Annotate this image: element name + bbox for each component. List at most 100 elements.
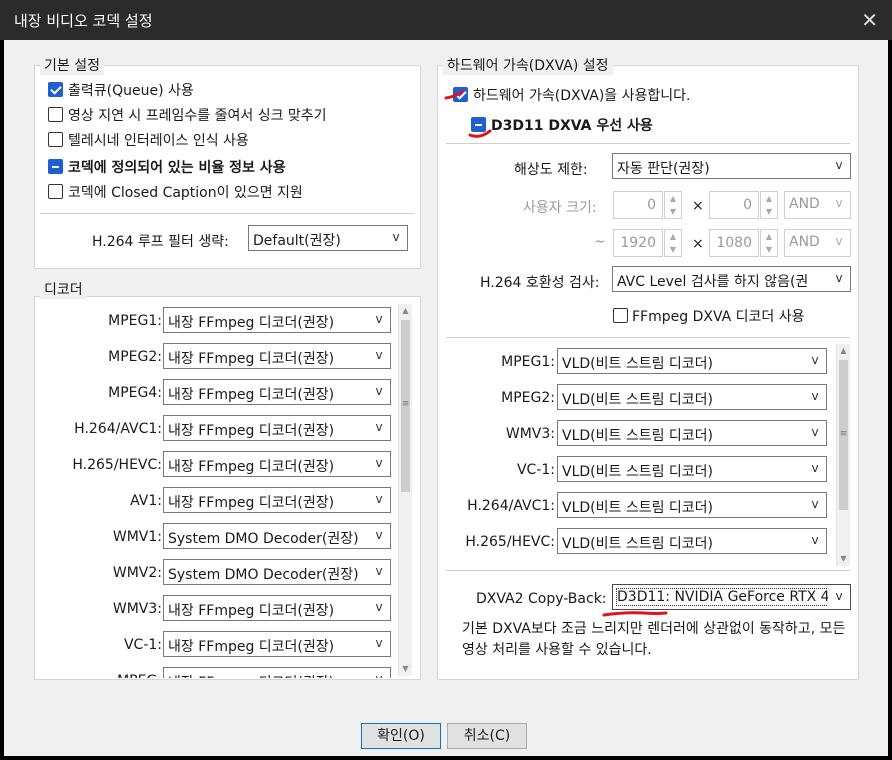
- spin-up-icon[interactable]: ▲: [761, 192, 777, 205]
- chevron-down-icon: v: [368, 632, 390, 656]
- chevron-down-icon: v: [368, 668, 390, 678]
- close-icon[interactable]: ✕: [861, 8, 878, 32]
- decoder-select[interactable]: 내장 FFmpeg 디코더(권장) v: [163, 415, 391, 441]
- decoder-row: WMV1: System DMO Decoder(권장) v: [35, 523, 397, 551]
- decoder-legend: 디코더: [40, 279, 87, 299]
- chevron-down-icon: v: [368, 524, 390, 548]
- max-prefix: ~: [594, 234, 606, 250]
- spin-up-icon[interactable]: ▲: [665, 230, 681, 243]
- compat-select[interactable]: AVC Level 검사를 하지 않음(권 v: [612, 266, 851, 292]
- hw-decoder-select[interactable]: VLD(비트 스트림 디코더) v: [557, 492, 827, 518]
- decoder-select[interactable]: 내장 FFmpeg 디코더(권장) v: [163, 379, 391, 405]
- hw-decoder-row: MPEG1: VLD(비트 스트림 디코더) v: [444, 348, 834, 376]
- chevron-down-icon: v: [804, 493, 826, 517]
- max-height-field[interactable]: 1080: [709, 229, 759, 257]
- ok-button[interactable]: 확인(O): [361, 723, 441, 749]
- decoder-row: MPEG4: 내장 FFmpeg 디코더(권장) v: [35, 379, 397, 407]
- hw-decoder-row: VC-1: VLD(비트 스트림 디코더) v: [444, 456, 834, 484]
- loop-filter-select[interactable]: Default(권장) v: [248, 225, 408, 251]
- hw-decoder-row: H.265/HEVC: VLD(비트 스트림 디코더) v: [444, 528, 834, 556]
- max-and-select[interactable]: AND v: [784, 229, 851, 257]
- min-and-value: AND: [789, 196, 820, 212]
- chevron-down-icon: v: [804, 457, 826, 481]
- queue-label: 출력큐(Queue) 사용: [68, 83, 194, 99]
- telecine-checkbox[interactable]: [48, 132, 63, 147]
- min-height-field[interactable]: 0: [709, 191, 759, 219]
- closed-caption-label: 코덱에 Closed Caption이 있으면 지원: [68, 185, 303, 201]
- ffmpeg-dxva-checkbox[interactable]: [613, 308, 628, 323]
- decoder-select[interactable]: System DMO Decoder(권장) v: [163, 559, 391, 585]
- chevron-down-icon: v: [804, 421, 826, 445]
- decoder-value: 내장 FFmpeg 디코더(권장): [168, 495, 335, 511]
- decoder-select[interactable]: 내장 FFmpeg 디코더(권장) v: [163, 451, 391, 477]
- decoder-label: MPEG2:: [108, 349, 162, 365]
- hw-scrollbar[interactable]: ▲ ≡ ▼: [836, 344, 850, 566]
- d3d11-checkbox[interactable]: [471, 117, 486, 132]
- chevron-down-icon: v: [368, 596, 390, 620]
- cancel-button[interactable]: 취소(C): [447, 723, 527, 749]
- scroll-up-icon[interactable]: ▲: [399, 304, 412, 318]
- decoder-label: MPEG:: [117, 673, 162, 678]
- hw-enable-checkbox[interactable]: [453, 87, 468, 102]
- chevron-down-icon: v: [828, 192, 850, 216]
- title-bar: 내장 비디오 코덱 설정 ✕: [0, 0, 892, 40]
- decoder-select[interactable]: 내장 FFmpeg 디코더(권장) v: [163, 343, 391, 369]
- hw-decoder-label: WMV3:: [505, 426, 555, 442]
- grip-icon: ≡: [839, 429, 848, 439]
- decoder-select[interactable]: 내장 FFmpeg 디코더(권장) v: [163, 487, 391, 513]
- decoder-select[interactable]: 내장 FFmpeg 디코더(권장) v: [163, 667, 391, 678]
- chevron-down-icon: v: [828, 230, 850, 254]
- closed-caption-checkbox[interactable]: [48, 184, 63, 199]
- chevron-down-icon: v: [804, 385, 826, 409]
- hw-decoder-select[interactable]: VLD(비트 스트림 디코더) v: [557, 420, 827, 446]
- spin-down-icon[interactable]: ▼: [761, 205, 777, 218]
- min-height-spinner[interactable]: ▲ ▼: [760, 191, 778, 219]
- hw-decoder-value: VLD(비트 스트림 디코더): [562, 428, 714, 444]
- decoder-label: VC-1:: [123, 637, 162, 653]
- decoder-value: 내장 FFmpeg 디코더(권장): [168, 351, 335, 367]
- loop-filter-label: H.264 루프 필터 생략:: [92, 234, 229, 250]
- max-width-field[interactable]: 1920: [613, 229, 663, 257]
- window-title: 내장 비디오 코덱 설정: [14, 12, 153, 30]
- copyback-select[interactable]: D3D11: NVIDIA GeForce RTX 4 v: [612, 584, 851, 610]
- queue-checkbox[interactable]: [48, 82, 63, 97]
- max-height-spinner[interactable]: ▲ ▼: [760, 229, 778, 257]
- max-width-spinner[interactable]: ▲ ▼: [664, 229, 682, 257]
- decoder-scrollbar[interactable]: ▲ ≡ ▼: [398, 304, 412, 676]
- decoder-select[interactable]: 내장 FFmpeg 디코더(권장) v: [163, 307, 391, 333]
- min-width-field[interactable]: 0: [613, 191, 663, 219]
- spin-down-icon[interactable]: ▼: [761, 243, 777, 256]
- decoder-select[interactable]: 내장 FFmpeg 디코더(권장) v: [163, 595, 391, 621]
- frame-drop-checkbox[interactable]: [48, 107, 63, 122]
- telecine-label: 텔레시네 인터레이스 인식 사용: [68, 133, 249, 149]
- chevron-down-icon: v: [828, 267, 850, 291]
- decoder-list: MPEG1: 내장 FFmpeg 디코더(권장) v MPEG2: 내장 FFmpeg …: [35, 302, 397, 678]
- loop-filter-value: Default(권장): [253, 233, 341, 249]
- chevron-down-icon: v: [828, 154, 850, 178]
- ffmpeg-dxva-label: FFmpeg DXVA 디코더 사용: [632, 309, 805, 325]
- hw-decoder-select[interactable]: VLD(비트 스트림 디코더) v: [557, 456, 827, 482]
- hw-decoder-select[interactable]: VLD(비트 스트림 디코더) v: [557, 348, 827, 374]
- resolution-label: 해상도 제한:: [514, 162, 588, 178]
- chevron-down-icon: v: [385, 226, 407, 250]
- aspect-ratio-checkbox[interactable]: [48, 159, 63, 174]
- min-and-select[interactable]: AND v: [784, 191, 851, 219]
- spin-up-icon[interactable]: ▲: [761, 230, 777, 243]
- chevron-down-icon: v: [368, 380, 390, 404]
- copyback-label: DXVA2 Copy-Back:: [476, 591, 607, 607]
- decoder-select[interactable]: System DMO Decoder(권장) v: [163, 523, 391, 549]
- min-width-spinner[interactable]: ▲ ▼: [664, 191, 682, 219]
- scroll-down-icon[interactable]: ▼: [837, 552, 850, 566]
- spin-up-icon[interactable]: ▲: [665, 192, 681, 205]
- spin-down-icon[interactable]: ▼: [665, 243, 681, 256]
- hw-decoder-select[interactable]: VLD(비트 스트림 디코더) v: [557, 528, 827, 554]
- times-sign: ×: [692, 236, 704, 252]
- scroll-up-icon[interactable]: ▲: [837, 344, 850, 358]
- dialog-client: 기본 설정 출력큐(Queue) 사용 영상 지연 시 프레임수를 줄여서 싱크…: [4, 40, 888, 756]
- hw-decoder-select[interactable]: VLD(비트 스트림 디코더) v: [557, 384, 827, 410]
- decoder-select[interactable]: 내장 FFmpeg 디코더(권장) v: [163, 631, 391, 657]
- resolution-select[interactable]: 자동 판단(권장) v: [612, 153, 851, 179]
- spin-down-icon[interactable]: ▼: [665, 205, 681, 218]
- scroll-down-icon[interactable]: ▼: [399, 662, 412, 676]
- times-sign: ×: [692, 198, 704, 214]
